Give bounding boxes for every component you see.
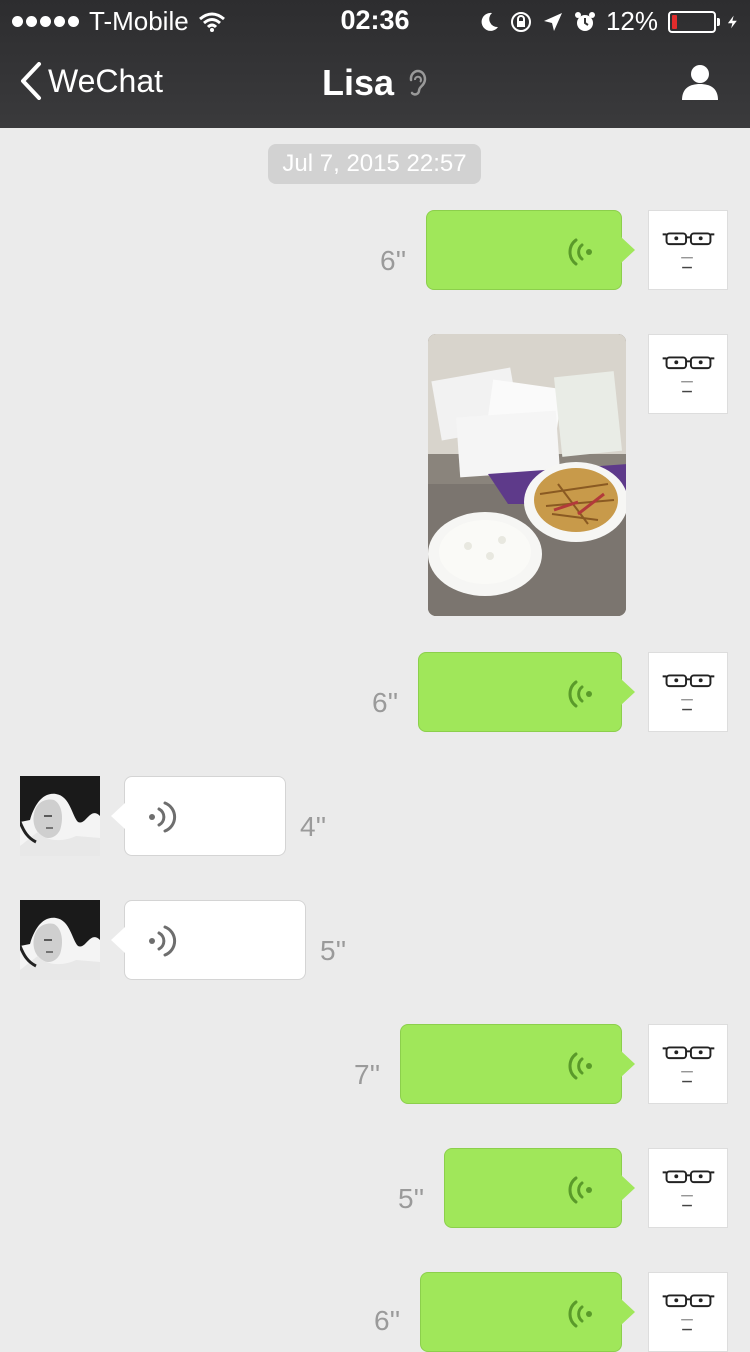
voice-duration: 5''	[398, 1183, 425, 1214]
battery-percent: 12%	[605, 6, 658, 36]
nav-bar: WeChat Lisa	[0, 50, 750, 120]
my-avatar[interactable]	[648, 1148, 728, 1228]
battery-fill	[672, 14, 677, 29]
moon-icon	[481, 12, 498, 31]
voice-duration: 4''	[300, 811, 327, 842]
battery-icon	[668, 10, 720, 33]
location-arrow-icon	[543, 12, 562, 31]
rotation-lock-icon	[510, 11, 531, 32]
voice-playing-icon	[568, 1300, 594, 1328]
image-message[interactable]	[428, 334, 626, 616]
voice-message-bubble[interactable]	[426, 210, 635, 290]
voice-message-bubble[interactable]	[418, 652, 635, 732]
voice-duration: 6''	[372, 687, 399, 718]
chat-title: Lisa	[0, 62, 750, 104]
status-icons: 12%	[478, 6, 740, 37]
chat-timestamp: Jul 7, 2015 22:57	[268, 144, 481, 184]
voice-message-bubble[interactable]	[111, 900, 306, 980]
voice-duration: 7''	[354, 1059, 381, 1090]
food-photo	[428, 334, 626, 616]
voice-playing-icon	[568, 238, 594, 266]
voice-playing-icon	[147, 925, 177, 957]
voice-playing-icon	[147, 801, 177, 833]
status-bar: T-Mobile 02:36 12%	[0, 0, 750, 40]
lisa-avatar[interactable]	[20, 900, 100, 980]
my-avatar[interactable]	[648, 1024, 728, 1104]
contact-profile-icon[interactable]	[680, 62, 720, 102]
alarm-icon	[574, 11, 595, 31]
voice-playing-icon	[568, 680, 594, 708]
voice-message-bubble[interactable]	[444, 1148, 635, 1228]
voice-playing-icon	[568, 1176, 594, 1204]
voice-message-bubble[interactable]	[420, 1272, 635, 1352]
my-avatar[interactable]	[648, 652, 728, 732]
top-bar: T-Mobile 02:36 12% WeChat Lisa	[0, 0, 750, 128]
voice-duration: 5''	[320, 935, 347, 966]
lisa-avatar[interactable]	[20, 776, 100, 856]
charging-bolt-icon	[727, 15, 737, 28]
earpiece-mode-icon	[409, 69, 427, 96]
my-avatar[interactable]	[648, 1272, 728, 1352]
voice-duration: 6''	[380, 245, 407, 276]
voice-message-bubble[interactable]	[111, 776, 286, 856]
voice-message-bubble[interactable]	[400, 1024, 635, 1104]
my-avatar[interactable]	[648, 334, 728, 414]
voice-playing-icon	[568, 1052, 594, 1080]
contact-name: Lisa	[321, 62, 395, 103]
my-avatar[interactable]	[648, 210, 728, 290]
voice-duration: 6''	[374, 1305, 401, 1336]
